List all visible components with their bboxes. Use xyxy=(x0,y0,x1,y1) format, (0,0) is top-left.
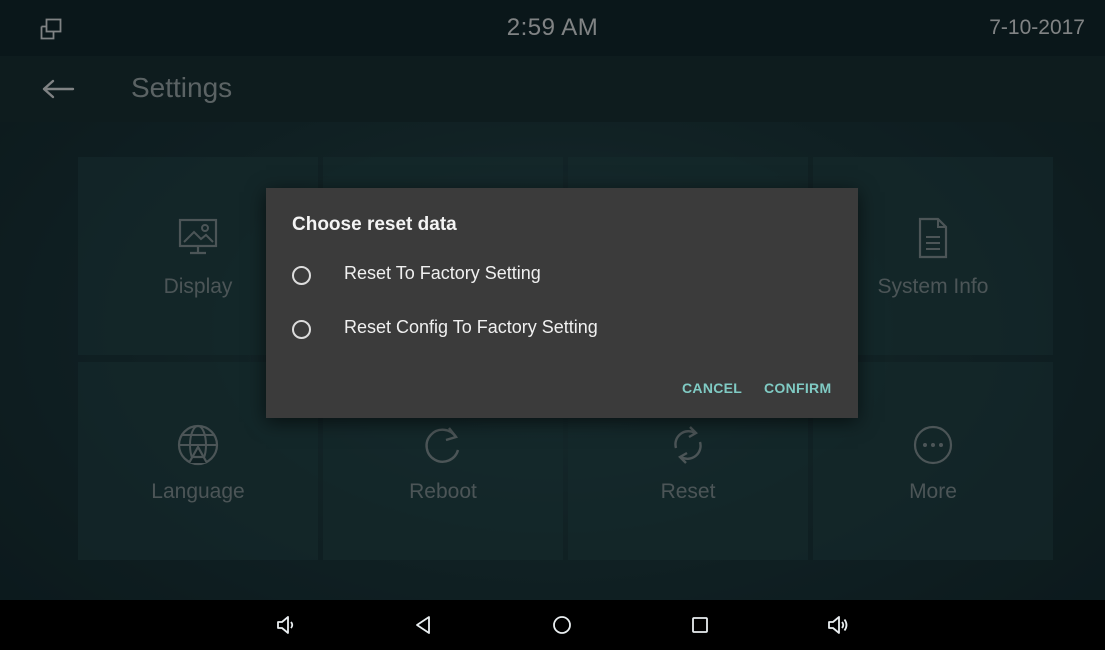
back-icon[interactable] xyxy=(413,614,435,636)
recents-icon[interactable] xyxy=(689,614,711,636)
navigation-bar xyxy=(0,600,1105,650)
option-reset-factory[interactable]: Reset To Factory Setting xyxy=(292,257,832,297)
option-label: Reset Config To Factory Setting xyxy=(344,317,598,337)
dialog-title: Choose reset data xyxy=(292,214,457,235)
radio-button[interactable] xyxy=(292,320,311,339)
radio-button[interactable] xyxy=(292,266,311,285)
settings-app: 2:59 AM 7-10-2017 Settings Display Syste… xyxy=(0,0,1105,600)
option-reset-config[interactable]: Reset Config To Factory Setting xyxy=(292,311,832,351)
cancel-button[interactable]: CANCEL xyxy=(682,380,742,396)
confirm-button[interactable]: CONFIRM xyxy=(764,380,831,396)
option-label: Reset To Factory Setting xyxy=(344,263,541,283)
volume-up-icon[interactable] xyxy=(827,614,849,636)
home-icon[interactable] xyxy=(551,614,573,636)
volume-down-icon[interactable] xyxy=(275,614,297,636)
reset-dialog: Choose reset data Reset To Factory Setti… xyxy=(266,188,858,418)
